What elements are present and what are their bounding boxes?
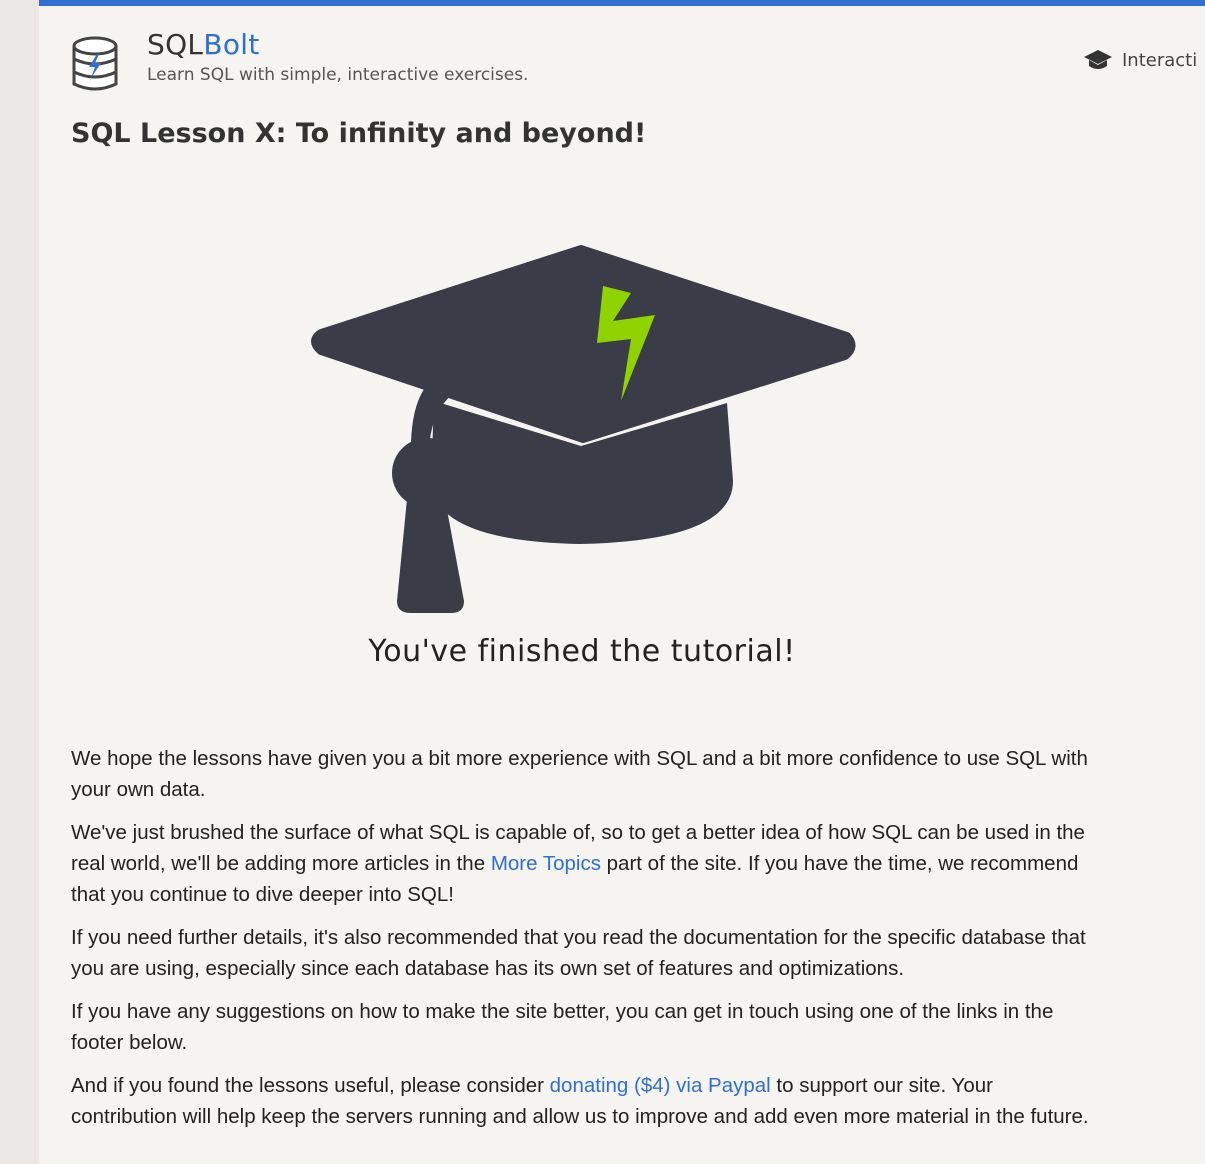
nav-label: Interacti <box>1122 49 1198 71</box>
more-topics-link[interactable]: More Topics <box>491 852 601 875</box>
graduation-cap-icon <box>1084 50 1112 69</box>
paragraph-3: If you need further details, it's also r… <box>71 926 1086 980</box>
tagline: Learn SQL with simple, interactive exerc… <box>147 65 529 85</box>
interactive-nav-link[interactable]: Interacti <box>1083 48 1197 72</box>
site-header: SQLBolt Learn SQL with simple, interacti… <box>39 6 1205 106</box>
paragraph-2: We've just brushed the surface of what S… <box>71 821 1085 906</box>
paragraph-5: And if you found the lessons useful, ple… <box>71 1074 1089 1128</box>
lesson-body: We hope the lessons have given you a bit… <box>71 743 1101 1144</box>
paragraph-1: We hope the lessons have given you a bit… <box>71 747 1088 801</box>
lesson-title: SQL Lesson X: To infinity and beyond! <box>71 118 647 149</box>
finished-message: You've finished the tutorial! <box>368 634 796 669</box>
graduation-cap-bolt-icon <box>311 245 856 613</box>
donate-paypal-link[interactable]: donating ($4) via Paypal <box>550 1074 771 1097</box>
page: SQLBolt Learn SQL with simple, interacti… <box>39 0 1205 1164</box>
database-bolt-icon[interactable] <box>70 34 120 94</box>
brand-name[interactable]: SQLBolt <box>147 28 260 61</box>
paragraph-4: If you have any suggestions on how to ma… <box>71 1000 1054 1054</box>
